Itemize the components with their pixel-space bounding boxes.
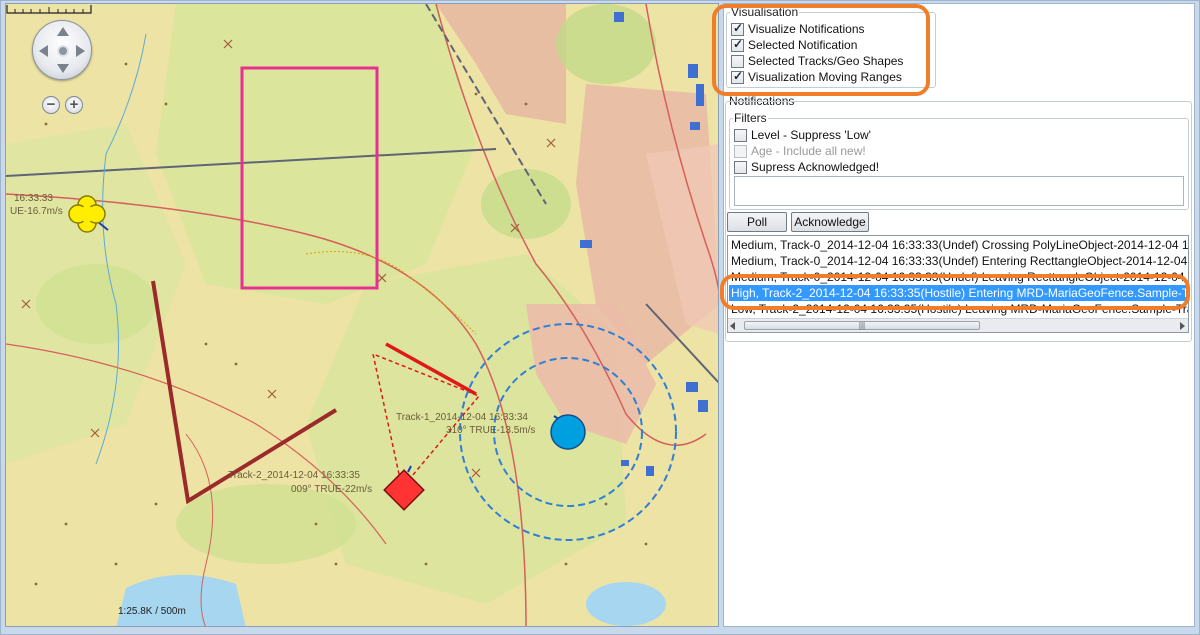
track-2-label-line1: Track-2_2014-12-04 16:33:35 — [228, 470, 360, 481]
track-1-marker — [550, 414, 586, 450]
pan-center-icon[interactable] — [57, 45, 69, 57]
list-item[interactable]: Medium, Track-0_2014-12-04 16:33:33(Unde… — [729, 253, 1188, 269]
include-all-new-label: Age - Include all new! — [751, 144, 866, 158]
suppress-acknowledged-option[interactable]: Supress Acknowledged! — [734, 159, 879, 175]
zoom-in-icon: + — [69, 96, 79, 113]
selected-row-highlight — [720, 274, 1190, 310]
suppress-low-option[interactable]: Level - Suppress 'Low' — [734, 127, 871, 143]
visualisation-highlight — [712, 4, 930, 96]
scale-text: 1:25.8K / 500m — [118, 606, 186, 617]
include-all-new-checkbox — [734, 144, 747, 158]
pan-down-icon[interactable] — [57, 64, 69, 73]
pan-left-icon[interactable] — [39, 45, 48, 57]
filters-title: Filters — [733, 111, 768, 125]
suppress-acknowledged-label: Supress Acknowledged! — [751, 160, 880, 174]
scale-bar — [6, 5, 92, 14]
pan-control[interactable] — [32, 20, 92, 80]
app-window: Track-1_2014-12-04 16:33:34 310° TRUE-13… — [0, 0, 1200, 635]
control-panel: Visualisation Visualize Notifications Se… — [712, 3, 1195, 627]
scroll-right-icon[interactable] — [1180, 322, 1185, 330]
suppress-low-checkbox[interactable] — [734, 128, 747, 142]
horizontal-scrollbar[interactable]: ||| — [728, 318, 1188, 332]
track-0-label-line1: 16:33:33 — [14, 193, 53, 204]
pan-up-icon[interactable] — [57, 27, 69, 36]
track-1-label-line1: Track-1_2014-12-04 16:33:34 — [396, 412, 528, 423]
suppress-low-label: Level - Suppress 'Low' — [751, 128, 871, 142]
map-canvas[interactable]: Track-1_2014-12-04 16:33:34 310° TRUE-13… — [6, 4, 719, 627]
scroll-thumb[interactable]: ||| — [744, 321, 980, 330]
zoom-out-button[interactable]: − — [42, 96, 60, 114]
track-1-label-line2: 310° TRUE-13.5m/s — [446, 425, 535, 436]
track-2-label-line2: 009° TRUE-22m/s — [291, 484, 372, 495]
filter-textbox[interactable] — [734, 176, 1184, 206]
poll-button[interactable]: Poll — [727, 212, 787, 232]
zoom-in-button[interactable]: + — [65, 96, 83, 114]
list-item[interactable]: Medium, Track-0_2014-12-04 16:33:33(Unde… — [729, 237, 1188, 253]
pan-right-icon[interactable] — [76, 45, 85, 57]
map-view[interactable]: Track-1_2014-12-04 16:33:34 310° TRUE-13… — [5, 3, 719, 627]
scroll-left-icon[interactable] — [730, 322, 735, 330]
include-all-new-option: Age - Include all new! — [734, 143, 866, 159]
zoom-out-icon: − — [46, 96, 56, 113]
suppress-acknowledged-checkbox[interactable] — [734, 160, 747, 174]
filters-group: Filters Level - Suppress 'Low' Age - Inc… — [729, 111, 1189, 210]
acknowledge-button[interactable]: Acknowledge — [791, 212, 869, 232]
track-0-label-line2: UE-16.7m/s — [10, 206, 63, 217]
